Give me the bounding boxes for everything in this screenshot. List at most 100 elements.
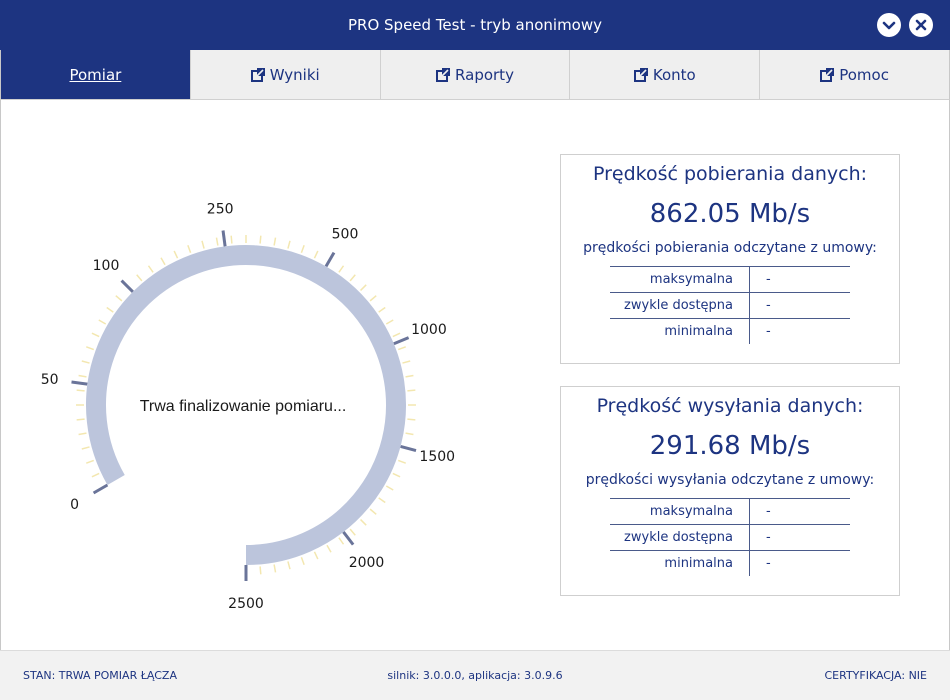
tab-pomoc[interactable]: Pomoc <box>760 50 949 99</box>
gauge-minor-tick <box>360 284 367 291</box>
tab-pomiar[interactable]: Pomiar <box>1 50 191 99</box>
table-row: minimalna - <box>610 318 850 344</box>
contract-label: zwykle dostępna <box>610 525 750 550</box>
upload-contract-subtitle: prędkości wysyłania odczytane z umowy: <box>585 472 875 488</box>
gauge-minor-tick <box>81 446 90 450</box>
tab-label: Wyniki <box>269 65 320 84</box>
gauge-scale-label: 1000 <box>411 322 447 338</box>
contract-value: - <box>766 504 771 519</box>
gauge-minor-tick <box>273 237 277 246</box>
external-link-icon <box>820 67 835 82</box>
table-row: zwykle dostępna - <box>610 292 850 318</box>
gauge-minor-tick <box>76 418 85 421</box>
gauge-minor-tick <box>91 332 100 338</box>
tab-label: Pomiar <box>69 65 122 84</box>
gauge-minor-tick <box>78 432 87 436</box>
download-contract-table: maksymalna - zwykle dostępna - minimalna… <box>610 266 850 344</box>
close-icon <box>915 19 927 31</box>
title-bar: PRO Speed Test - tryb anonimowy <box>0 0 950 50</box>
contract-value: - <box>766 272 771 287</box>
tab-label: Konto <box>652 65 696 84</box>
gauge-scale-label: 50 <box>41 372 59 388</box>
gauge-minor-tick <box>397 459 407 464</box>
gauge-minor-tick <box>147 265 154 273</box>
tab-label: Pomoc <box>839 65 889 84</box>
table-row: zwykle dostępna - <box>610 524 850 550</box>
minimize-button[interactable] <box>877 13 901 37</box>
contract-label: maksymalna <box>610 267 750 292</box>
speed-gauge: 0 50 100 250 500 1000 1500 2000 2500 Trwa finali… <box>41 202 455 612</box>
download-contract-subtitle: prędkości pobierania odczytane z umowy: <box>583 240 877 256</box>
gauge-minor-tick <box>405 374 414 378</box>
external-link-icon <box>250 67 265 82</box>
gauge-minor-tick <box>349 274 356 282</box>
gauge-major-tick <box>221 230 227 247</box>
gauge-minor-tick <box>407 389 416 392</box>
main-tabs: Pomiar Wyniki Raporty Konto Pomoc <box>0 50 950 100</box>
gauge-major-tick <box>92 483 109 495</box>
contract-value: - <box>766 556 771 571</box>
chevron-down-icon <box>882 21 896 30</box>
gauge-minor-tick <box>78 374 87 378</box>
gauge-minor-tick <box>85 346 95 351</box>
gauge-minor-tick <box>405 432 414 436</box>
gauge-minor-tick <box>81 360 90 364</box>
gauge-minor-tick <box>136 274 143 282</box>
gauge-minor-tick <box>338 537 345 545</box>
contract-value: - <box>766 298 771 313</box>
window-title: PRO Speed Test - tryb anonimowy <box>347 16 603 34</box>
gauge-minor-tick <box>259 566 262 575</box>
gauge-scale-label: 500 <box>332 227 359 243</box>
gauge-minor-tick <box>392 472 401 478</box>
gauge-minor-tick <box>326 544 332 553</box>
tab-label: Raporty <box>455 65 514 84</box>
gauge-minor-tick <box>369 295 377 302</box>
gauge-scale-label: 2000 <box>349 555 385 571</box>
contract-label: maksymalna <box>610 499 750 524</box>
gauge-minor-tick <box>76 389 85 392</box>
gauge-minor-tick <box>106 306 114 313</box>
gauge-major-tick <box>400 444 417 453</box>
gauge-minor-tick <box>287 561 291 570</box>
measurement-view: 0 50 100 250 500 1000 1500 2000 2500 Trwa finali… <box>0 100 950 650</box>
contract-value: - <box>766 530 771 545</box>
upload-contract-table: maksymalna - zwykle dostępna - minimalna… <box>610 498 850 576</box>
close-button[interactable] <box>909 13 933 37</box>
download-speed: 862.05 Mb/s <box>649 199 811 229</box>
tab-konto[interactable]: Konto <box>570 50 761 99</box>
contract-label: minimalna <box>610 319 750 344</box>
gauge-scale-label: 100 <box>93 258 120 274</box>
gauge-major-tick <box>393 336 410 346</box>
gauge-minor-tick <box>402 360 411 364</box>
table-row: minimalna - <box>610 550 850 576</box>
gauge-minor-tick <box>300 556 305 566</box>
upload-speed: 291.68 Mb/s <box>649 431 811 461</box>
gauge-major-tick <box>120 279 134 293</box>
contract-value: - <box>766 324 771 339</box>
tab-wyniki[interactable]: Wyniki <box>191 50 381 99</box>
gauge-minor-tick <box>378 497 386 504</box>
gauge-scale-label: 0 <box>70 497 79 513</box>
upload-title: Prędkość wysyłania danych: <box>596 395 864 417</box>
gauge-minor-tick <box>338 265 345 273</box>
tab-raporty[interactable]: Raporty <box>381 50 571 99</box>
gauge-minor-tick <box>407 418 416 421</box>
contract-label: zwykle dostępna <box>610 293 750 318</box>
gauge-minor-tick <box>187 244 192 254</box>
gauge-major-tick <box>342 531 355 546</box>
gauge-minor-tick <box>378 306 386 313</box>
gauge-scale-label: 250 <box>207 202 234 218</box>
download-panel: Prędkość pobierania danych: 862.05 Mb/s … <box>560 154 900 364</box>
gauge-minor-tick <box>313 551 319 560</box>
version-info: silnik: 3.0.0.0, aplikacja: 3.0.9.6 <box>387 669 563 682</box>
certification-status: CERTYFIKACJA: NIE <box>824 669 927 682</box>
table-row: maksymalna - <box>610 266 850 292</box>
gauge-minor-tick <box>397 346 407 351</box>
gauge-minor-tick <box>98 319 107 325</box>
gauge-minor-tick <box>85 459 95 464</box>
status-bar: STAN: TRWA POMIAR ŁĄCZA silnik: 3.0.0.0,… <box>0 650 950 700</box>
download-title: Prędkość pobierania danych: <box>592 163 868 185</box>
gauge-minor-tick <box>287 240 291 249</box>
gauge-minor-tick <box>215 237 219 246</box>
table-row: maksymalna - <box>610 498 850 524</box>
